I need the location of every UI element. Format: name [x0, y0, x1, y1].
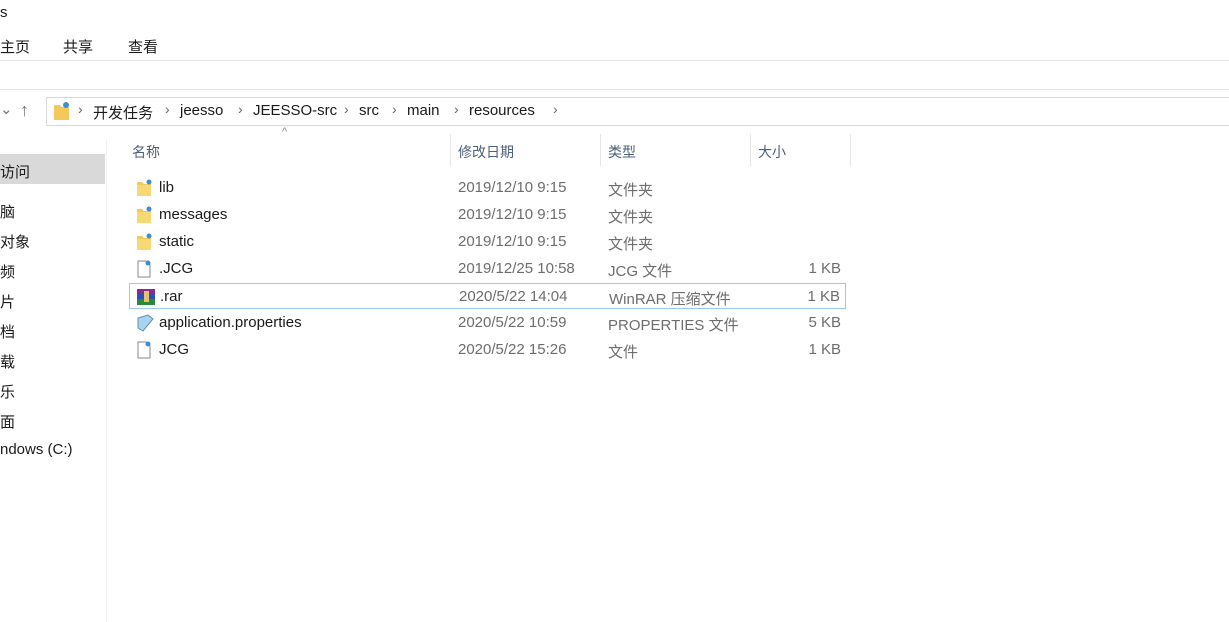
- recent-dropdown-icon[interactable]: ⌄: [0, 100, 13, 118]
- folder-icon: [136, 179, 152, 197]
- file-type: WinRAR 压缩文件: [609, 291, 731, 308]
- file-date: 2019/12/25 10:58: [458, 260, 575, 277]
- file-name: .JCG: [159, 260, 194, 277]
- chevron-right-icon: ›: [238, 101, 243, 117]
- breadcrumb-item[interactable]: main: [407, 102, 440, 119]
- address-bar[interactable]: › 开发任务 › jeesso › JEESSO-src › src › mai…: [46, 97, 1229, 126]
- window-title: s: [0, 4, 8, 21]
- file-size: 1 KB: [807, 288, 840, 305]
- sort-ascending-icon: ^: [282, 126, 288, 138]
- file-row[interactable]: lib 2019/12/10 9:15 文件夹: [129, 175, 846, 201]
- file-size: 5 KB: [808, 314, 841, 331]
- file-row[interactable]: .rar 2020/5/22 14:04 WinRAR 压缩文件 1 KB: [129, 283, 846, 309]
- nav-this-pc[interactable]: 脑: [0, 201, 15, 222]
- nav-videos[interactable]: 频: [0, 261, 15, 282]
- breadcrumb-item[interactable]: 开发任务: [93, 102, 153, 123]
- quick-access-folder-icon: [54, 102, 69, 120]
- file-type: 文件: [608, 344, 639, 361]
- file-row[interactable]: .JCG 2019/12/25 10:58 JCG 文件 1 KB: [129, 256, 846, 282]
- file-date: 2019/12/10 9:15: [458, 233, 567, 250]
- breadcrumb-item[interactable]: JEESSO-src: [253, 102, 337, 119]
- column-header-date[interactable]: 修改日期: [458, 142, 514, 162]
- file-name: .rar: [160, 288, 183, 305]
- file-type: 文件夹: [608, 209, 654, 226]
- ribbon-divider: [0, 60, 1229, 61]
- nav-music[interactable]: 乐: [0, 381, 15, 402]
- file-date: 2020/5/22 15:26: [458, 341, 567, 358]
- properties-icon: [136, 314, 154, 332]
- file-type: 文件夹: [608, 236, 654, 253]
- breadcrumb-item[interactable]: src: [359, 102, 379, 119]
- nav-pictures[interactable]: 片: [0, 291, 15, 312]
- file-date: 2020/5/22 14:04: [459, 288, 568, 305]
- file-icon: [136, 341, 152, 359]
- toolbar-divider: [0, 89, 1229, 90]
- nav-documents[interactable]: 档: [0, 321, 15, 342]
- file-type: 文件夹: [608, 182, 654, 199]
- rar-icon: [137, 288, 155, 306]
- tab-view[interactable]: 查看: [128, 36, 158, 57]
- chevron-right-icon: ›: [454, 101, 459, 117]
- nav-quick-access[interactable]: 访问: [0, 161, 30, 182]
- tab-share[interactable]: 共享: [63, 36, 93, 57]
- breadcrumb-item[interactable]: jeesso: [180, 102, 223, 119]
- file-row[interactable]: JCG 2020/5/22 15:26 文件 1 KB: [129, 337, 846, 363]
- nav-downloads[interactable]: 载: [0, 351, 15, 372]
- chevron-right-icon: ›: [78, 101, 83, 117]
- file-type: PROPERTIES 文件: [608, 317, 739, 334]
- file-row[interactable]: application.properties 2020/5/22 10:59 P…: [129, 310, 846, 336]
- folder-icon: [136, 206, 152, 224]
- nav-3d-objects[interactable]: 对象: [0, 231, 30, 252]
- navigation-pane: 访问 脑 对象 频 片 档 载 乐 面 ndows (C:): [0, 140, 107, 622]
- folder-icon: [136, 233, 152, 251]
- file-size: 1 KB: [808, 260, 841, 277]
- column-header-size[interactable]: 大小: [758, 142, 786, 162]
- file-date: 2020/5/22 10:59: [458, 314, 567, 331]
- file-size: 1 KB: [808, 341, 841, 358]
- file-name: lib: [159, 179, 175, 196]
- file-row[interactable]: messages 2019/12/10 9:15 文件夹: [129, 202, 846, 228]
- nav-drive-c[interactable]: ndows (C:): [0, 441, 73, 458]
- file-name: JCG: [159, 341, 189, 358]
- column-header-name[interactable]: 名称: [132, 142, 160, 162]
- breadcrumb-item[interactable]: resources: [469, 102, 535, 119]
- file-row[interactable]: static 2019/12/10 9:15 文件夹: [129, 229, 846, 255]
- file-name: messages: [159, 206, 228, 223]
- file-date: 2019/12/10 9:15: [458, 206, 567, 223]
- chevron-right-icon: ›: [165, 101, 170, 117]
- tab-home[interactable]: 主页: [0, 36, 30, 57]
- chevron-right-icon: ›: [392, 101, 397, 117]
- up-arrow-icon[interactable]: ↑: [20, 100, 29, 121]
- file-type: JCG 文件: [608, 263, 673, 280]
- column-header-type[interactable]: 类型: [608, 142, 636, 162]
- nav-desktop[interactable]: 面: [0, 411, 15, 432]
- file-date: 2019/12/10 9:15: [458, 179, 567, 196]
- file-name: static: [159, 233, 195, 250]
- file-icon: [136, 260, 152, 278]
- chevron-right-icon: ›: [344, 101, 349, 117]
- chevron-right-icon: ›: [553, 101, 558, 117]
- file-name: application.properties: [159, 314, 302, 331]
